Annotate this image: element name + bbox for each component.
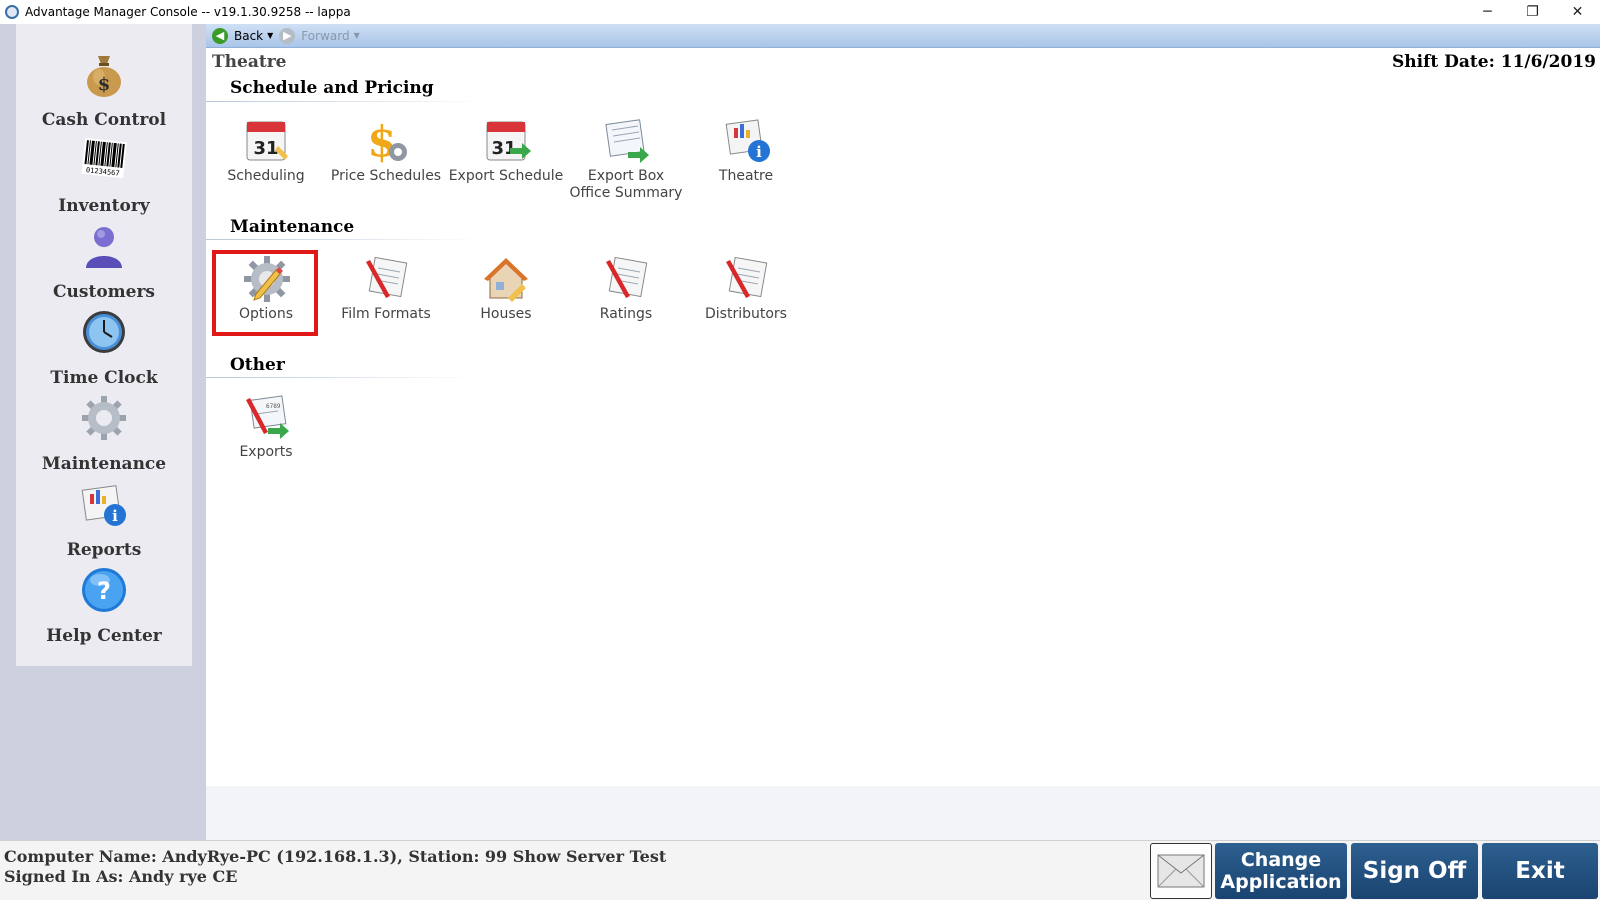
back-label: Back [234, 28, 264, 43]
tile-label: Houses [480, 306, 532, 322]
svg-text:31: 31 [253, 138, 278, 159]
status-bar: Computer Name: AndyRye-PC (192.168.1.3),… [0, 840, 1600, 900]
content-footer-area [206, 786, 1600, 840]
house-icon [484, 258, 528, 302]
section-title-maintenance: Maintenance [230, 217, 355, 237]
back-button[interactable]: ◀ Back ▼ [212, 27, 273, 44]
sidebar-item-help-center[interactable]: ? Help Center [16, 564, 192, 650]
pencil-list-icon [726, 256, 768, 298]
back-arrow-icon: ◀ [212, 27, 228, 44]
sidebar-item-inventory[interactable]: 01234567 Inventory [16, 134, 192, 220]
tile-film-formats[interactable]: Film Formats [326, 254, 446, 344]
export-icon: 6789 [246, 395, 289, 439]
section-title-other: Other [230, 355, 285, 375]
money-bag-icon: $ [87, 56, 121, 97]
tile-scheduling[interactable]: 31 Scheduling [206, 116, 326, 206]
calendar-icon: 31 [246, 121, 288, 161]
sidebar-item-time-clock[interactable]: Time Clock [16, 306, 192, 392]
tile-price-schedules[interactable]: $ Price Schedules [326, 116, 446, 206]
main-content: Theatre Shift Date: 11/6/2019 Schedule a… [206, 48, 1600, 786]
sheet-export-icon [605, 119, 649, 163]
tile-label: Film Formats [341, 306, 431, 322]
tile-export-schedule[interactable]: 31 Export Schedule [446, 116, 566, 206]
title-bar: Advantage Manager Console -- v19.1.30.92… [0, 0, 1600, 24]
tile-label: Price Schedules [330, 168, 442, 184]
svg-text:?: ? [97, 577, 111, 605]
sidebar-item-label: Reports [66, 540, 142, 560]
sidebar-item-reports[interactable]: i Reports [16, 478, 192, 564]
gear-icon [82, 396, 126, 440]
exit-button[interactable]: Exit [1482, 843, 1598, 899]
app-icon [5, 5, 19, 19]
forward-arrow-icon: ▶ [279, 27, 296, 44]
sidebar-item-customers[interactable]: Customers [16, 220, 192, 306]
calendar-export-icon: 31 [486, 121, 531, 161]
sidebar-item-cash-control[interactable]: $ Cash Control [16, 48, 192, 134]
pencil-list-icon [606, 256, 648, 298]
sidebar-item-label: Customers [53, 282, 155, 302]
status-info: Computer Name: AndyRye-PC (192.168.1.3),… [4, 847, 666, 887]
sidebar-item-maintenance[interactable]: Maintenance [16, 392, 192, 478]
report-info-icon: i [725, 119, 770, 162]
signed-in-info: Signed In As: Andy rye CE [4, 867, 238, 886]
tile-houses[interactable]: Houses [446, 254, 566, 344]
sidebar-panel: $ Cash Control 01234567 Inventory Custom… [16, 24, 192, 666]
tile-exports[interactable]: 6789 Exports [206, 392, 326, 482]
chevron-down-icon[interactable]: ▼ [354, 31, 360, 40]
tile-label: Scheduling [227, 168, 305, 184]
sign-off-button[interactable]: Sign Off [1351, 843, 1478, 899]
shift-date: Shift Date: 11/6/2019 [1391, 52, 1596, 72]
restore-button[interactable]: ❐ [1510, 0, 1555, 24]
pencil-list-icon [366, 256, 408, 298]
envelope-icon [1157, 854, 1205, 888]
svg-text:i: i [112, 507, 118, 525]
svg-text:i: i [756, 143, 762, 161]
tile-label: Export Box Office Summary [569, 168, 683, 201]
sidebar-item-label: Help Center [46, 626, 162, 646]
computer-info: Computer Name: AndyRye-PC (192.168.1.3),… [4, 847, 667, 866]
section-divider [206, 101, 486, 102]
help-icon: ? [82, 568, 126, 612]
page-title: Theatre [212, 52, 287, 72]
chevron-down-icon[interactable]: ▼ [267, 31, 273, 40]
sidebar-item-label: Cash Control [41, 110, 167, 130]
clock-icon [83, 311, 125, 353]
tile-label: Exports [239, 444, 293, 460]
section-divider [206, 239, 481, 240]
mail-button[interactable] [1150, 843, 1212, 899]
barcode-icon: 01234567 [81, 137, 127, 179]
tile-theatre[interactable]: i Theatre [686, 116, 806, 206]
change-application-button[interactable]: Change Application [1215, 843, 1347, 899]
sidebar-item-label: Inventory [58, 196, 150, 216]
dollar-gear-icon: $ [367, 117, 407, 166]
tile-ratings[interactable]: Ratings [566, 254, 686, 344]
forward-button[interactable]: ▶ Forward ▼ [279, 27, 360, 44]
tile-distributors[interactable]: Distributors [686, 254, 806, 344]
tile-label: Theatre [718, 168, 774, 184]
header-row: Theatre Shift Date: 11/6/2019 [206, 48, 1600, 76]
sidebar: $ Cash Control 01234567 Inventory Custom… [0, 24, 206, 840]
sidebar-item-label: Time Clock [50, 368, 158, 388]
highlight-box [212, 250, 318, 336]
navigation-bar: ◀ Back ▼ ▶ Forward ▼ [206, 24, 1600, 48]
svg-text:$: $ [98, 74, 111, 95]
section-title-schedule-pricing: Schedule and Pricing [230, 78, 434, 98]
minimize-button[interactable]: ─ [1465, 0, 1510, 24]
close-button[interactable]: ✕ [1555, 0, 1600, 24]
window-controls: ─ ❐ ✕ [1465, 0, 1600, 24]
user-icon [86, 227, 122, 268]
window-title: Advantage Manager Console -- v19.1.30.92… [25, 5, 351, 19]
forward-label: Forward [301, 28, 350, 43]
svg-text:6789: 6789 [266, 403, 281, 410]
tile-label: Distributors [705, 306, 787, 322]
tile-label: Ratings [599, 306, 653, 322]
section-divider [206, 377, 476, 378]
sidebar-item-label: Maintenance [41, 454, 167, 474]
tile-label: Export Schedule [448, 168, 564, 184]
report-info-icon: i [81, 485, 126, 526]
tile-export-box-office-summary[interactable]: Export Box Office Summary [566, 116, 686, 206]
